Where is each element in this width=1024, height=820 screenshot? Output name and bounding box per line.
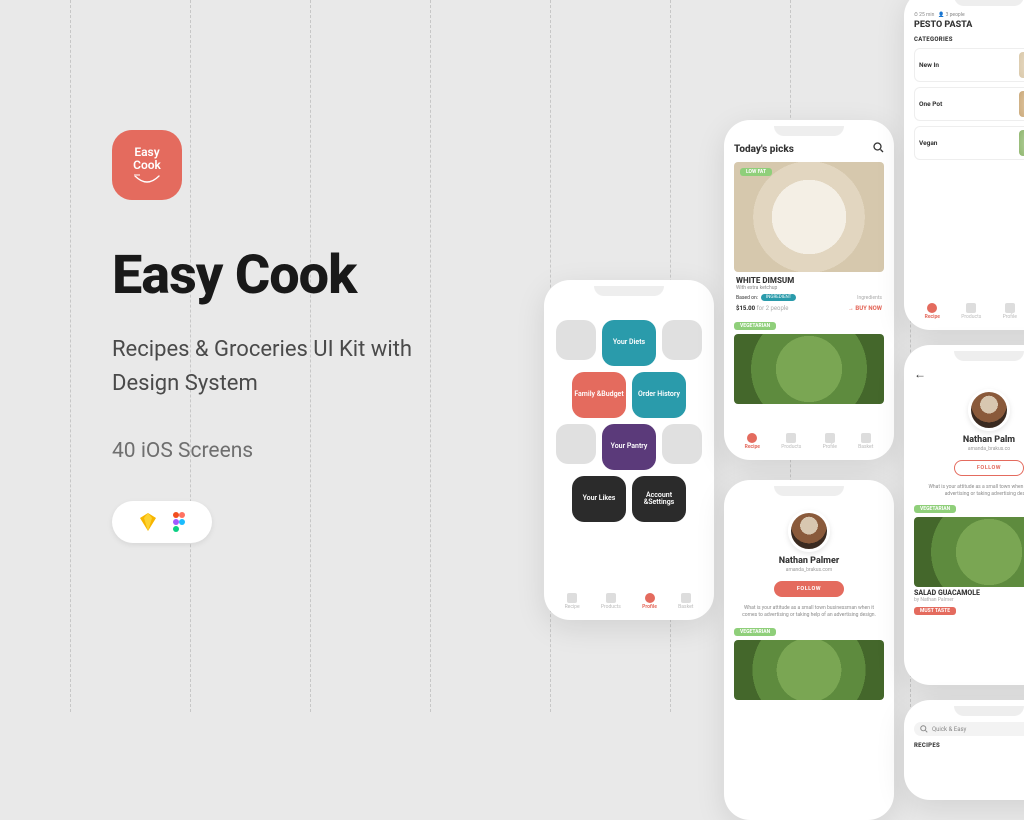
dish-title: WHITE DIMSUM xyxy=(736,276,882,285)
phone-todays-picks: Today's picks LOW FAT WHITE DIMSUM With … xyxy=(724,120,894,460)
back-icon[interactable]: ← xyxy=(914,367,1024,381)
search-icon xyxy=(920,725,928,733)
cat-name: Vegan xyxy=(919,139,937,147)
tile-account-settings[interactable]: Account &Settings xyxy=(632,476,686,522)
dish-subtitle: With extra ketchup xyxy=(736,285,882,291)
avatar xyxy=(788,510,830,552)
based-on-pill: INGREDIENT xyxy=(761,294,796,301)
phone-profile: Nathan Palmer amanda_brakus.com FOLLOW W… xyxy=(724,480,894,820)
picks-heading: Today's picks xyxy=(734,144,794,155)
tab-basket[interactable]: Basket xyxy=(678,593,693,610)
tag-low-fat: LOW FAT xyxy=(740,168,772,176)
category-row-one-pot[interactable]: One Pot xyxy=(914,87,1024,121)
notch xyxy=(954,351,1024,361)
tab-profile[interactable]: Profile xyxy=(1003,303,1017,320)
profile-bio: What is your attitude as a small town wh… xyxy=(914,484,1024,497)
tile-your-likes[interactable]: Your Likes xyxy=(572,476,626,522)
screens-count: 40 iOS Screens xyxy=(112,439,532,463)
notch xyxy=(774,486,844,496)
notch xyxy=(774,126,844,136)
tab-bar: Recipe Products Profile Basket xyxy=(734,430,884,452)
menu-tile-placeholder xyxy=(556,424,596,464)
buy-now-button[interactable]: → BUY NOW xyxy=(848,305,882,312)
avatar xyxy=(968,389,1010,431)
salad-image xyxy=(914,517,1024,587)
recipe-title: PESTO PASTA xyxy=(914,20,1024,30)
profile-name: Nathan Palmer xyxy=(734,556,884,566)
phone-menu: Your Diets Family &Budget Order History … xyxy=(544,280,714,620)
phone-categories: ⏱ 25 min 👤 3 people PESTO PASTA CATEGORI… xyxy=(904,0,1024,330)
dish-image: LOW FAT xyxy=(734,162,884,272)
app-icon: Easy Cook xyxy=(112,130,182,200)
tab-products[interactable]: Products xyxy=(601,593,621,610)
product-title: Easy Cook xyxy=(112,244,532,307)
fork-icon xyxy=(133,174,161,184)
phone-profile-detail: ← Nathan Palm amanda_brakus.co FOLLOW Wh… xyxy=(904,345,1024,685)
price-sub: for 2 people xyxy=(757,305,789,312)
profile-email: amanda_brakus.com xyxy=(734,567,884,573)
figma-icon xyxy=(172,512,186,532)
search-placeholder: Quick & Easy xyxy=(932,726,966,733)
product-subtitle: Recipes & Groceries UI Kit with Design S… xyxy=(112,333,472,401)
tag-vegetarian: VEGETARIAN xyxy=(734,322,776,330)
dish-info: WHITE DIMSUM With extra ketchup Based on… xyxy=(734,272,884,316)
phone-search: Quick & Easy RECIPES xyxy=(904,700,1024,800)
time-value: 25 min xyxy=(919,12,934,18)
cat-name: One Pot xyxy=(919,100,942,108)
sketch-icon xyxy=(138,513,158,531)
recipes-label: RECIPES xyxy=(914,742,1024,749)
follow-button[interactable]: FOLLOW xyxy=(774,581,844,597)
menu-grid: Your Diets Family &Budget Order History … xyxy=(554,302,704,522)
tag-must-taste: MUST TASTE xyxy=(914,607,956,615)
tag-vegetarian: VEGETARIAN xyxy=(914,505,956,513)
follow-button-outline[interactable]: FOLLOW xyxy=(954,460,1024,476)
tile-order-history[interactable]: Order History xyxy=(632,372,686,418)
cat-thumb xyxy=(1019,52,1024,78)
tab-products[interactable]: Products xyxy=(961,303,981,320)
tile-family-budget[interactable]: Family &Budget xyxy=(572,372,626,418)
tile-your-pantry[interactable]: Your Pantry xyxy=(602,424,656,470)
cat-name: New In xyxy=(919,61,939,69)
tab-basket[interactable]: Basket xyxy=(858,433,873,450)
search-icon[interactable] xyxy=(873,142,884,156)
notch xyxy=(954,0,1024,6)
tab-recipe[interactable]: Recipe xyxy=(925,303,940,320)
category-row-new-in[interactable]: New In xyxy=(914,48,1024,82)
tile-your-diets[interactable]: Your Diets xyxy=(602,320,656,366)
profile-bio: What is your attitude as a small town bu… xyxy=(734,605,884,618)
phone-mockups: Your Diets Family &Budget Order History … xyxy=(534,20,1024,700)
ingredients-link[interactable]: Ingredients xyxy=(857,295,882,301)
salad-image xyxy=(734,334,884,404)
people-value: 3 people xyxy=(946,12,965,18)
tab-profile[interactable]: Profile xyxy=(642,593,657,610)
tag-vegetarian: VEGETARIAN xyxy=(734,628,776,636)
cat-thumb xyxy=(1019,91,1024,117)
tab-recipe[interactable]: Recipe xyxy=(745,433,760,450)
salad-byline: by Nathan Palmer xyxy=(914,597,1024,603)
recipe-meta: ⏱ 25 min 👤 3 people xyxy=(914,12,1024,18)
profile-email: amanda_brakus.co xyxy=(914,446,1024,452)
notch xyxy=(594,286,664,296)
hero: Easy Cook Easy Cook Recipes & Groceries … xyxy=(112,130,532,543)
salad-title: SALAD GUACAMOLE xyxy=(914,589,1024,597)
price: $15.00 xyxy=(736,305,755,312)
app-icon-line2: Cook xyxy=(133,159,161,172)
notch xyxy=(954,706,1024,716)
profile-salad-image xyxy=(734,640,884,700)
category-row-vegan[interactable]: Vegan xyxy=(914,126,1024,160)
tab-bar: Recipe Products Profile Basket xyxy=(554,590,704,612)
menu-tile-placeholder xyxy=(662,320,702,360)
cat-thumb xyxy=(1019,130,1024,156)
categories-label: CATEGORIES xyxy=(914,36,1024,43)
tab-bar: Recipe Products Profile Basket xyxy=(914,300,1024,322)
menu-tile-placeholder xyxy=(556,320,596,360)
tab-products[interactable]: Products xyxy=(781,433,801,450)
tab-profile[interactable]: Profile xyxy=(823,433,837,450)
search-input[interactable]: Quick & Easy xyxy=(914,722,1024,736)
tab-recipe[interactable]: Recipe xyxy=(565,593,580,610)
profile-name: Nathan Palm xyxy=(914,435,1024,445)
based-on-label: Based on: xyxy=(736,295,758,301)
menu-tile-placeholder xyxy=(662,424,702,464)
tools-pill xyxy=(112,501,212,543)
